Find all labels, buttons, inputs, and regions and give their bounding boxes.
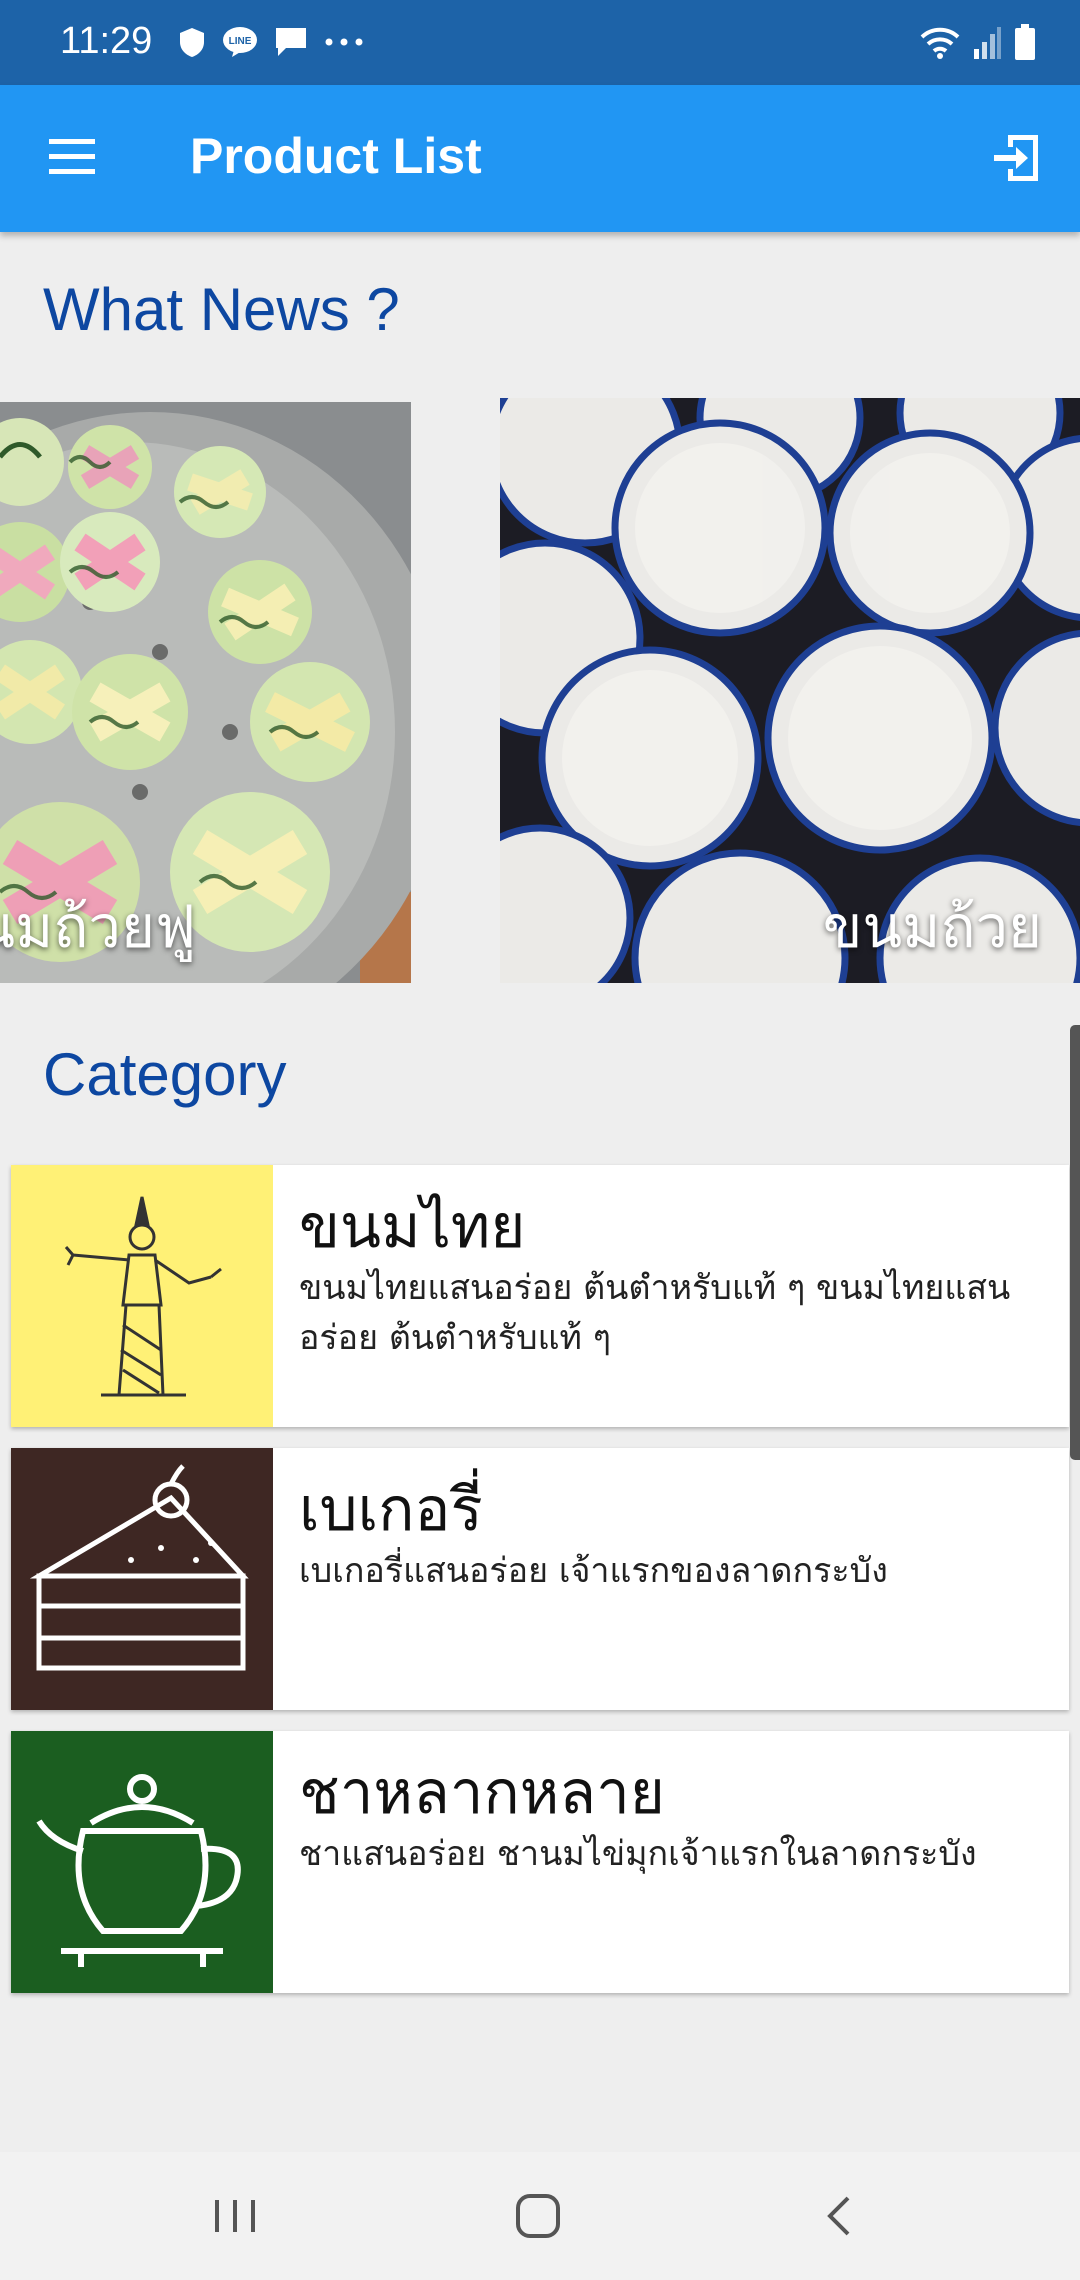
line-app-icon: LINE — [223, 27, 257, 57]
shield-icon — [180, 28, 204, 57]
cake-slice-icon — [29, 1464, 249, 1671]
back-icon[interactable] — [810, 2186, 870, 2246]
teapot-icon — [36, 1774, 241, 1967]
logout-icon[interactable] — [990, 131, 1044, 185]
more-dots-icon — [325, 38, 363, 46]
news-card[interactable]: ขนมถ้วยฟู — [0, 402, 411, 983]
battery-icon — [1015, 24, 1035, 60]
home-icon[interactable] — [508, 2186, 568, 2246]
category-thumbnail — [11, 1731, 273, 1993]
recent-apps-icon[interactable] — [205, 2186, 265, 2246]
category-name: เบเกอรี่ — [299, 1475, 483, 1545]
status-bar: 11:29 LINE — [0, 0, 1080, 85]
svg-text:LINE: LINE — [229, 36, 252, 47]
category-description: ชาแสนอร่อย ชานมไข่มุกเจ้าแรกในลาดกระบัง — [299, 1834, 977, 1874]
category-list: ขนมไทย ขนมไทยแสนอร่อย ต้นตำหรับแท้ ๆ ขนม… — [11, 1165, 1069, 2014]
category-description: ขนมไทยแสนอร่อย ต้นตำหรับแท้ ๆ ขนมไทยแสนอ… — [299, 1268, 1011, 1358]
message-icon — [276, 28, 306, 56]
category-description: เบเกอรี่แสนอร่อย เจ้าแรกของลาดกระบัง — [299, 1551, 888, 1591]
category-card-thai-dessert[interactable]: ขนมไทย ขนมไทยแสนอร่อย ต้นตำหรับแท้ ๆ ขนม… — [11, 1165, 1069, 1427]
system-nav-bar — [0, 2152, 1080, 2280]
scrollbar[interactable] — [1070, 1025, 1080, 1460]
signal-icon — [974, 27, 1001, 59]
status-notification-icons: LINE — [178, 26, 364, 58]
status-time: 11:29 — [60, 20, 153, 62]
category-card-tea[interactable]: ชาหลากหลาย ชาแสนอร่อย ชานมไข่มุกเจ้าแรกใ… — [11, 1731, 1069, 1993]
category-name: ขนมไทย — [299, 1192, 526, 1262]
news-card[interactable]: ขนมถ้วย — [500, 398, 1080, 983]
hamburger-menu-icon[interactable] — [45, 135, 103, 181]
news-caption: ขนมถ้วยฟู — [0, 893, 196, 961]
news-caption: ขนมถ้วย — [822, 893, 1042, 961]
app-bar: Product List — [0, 85, 1080, 232]
thai-dancer-icon — [64, 1196, 222, 1397]
wifi-icon — [920, 27, 960, 59]
news-carousel[interactable]: ขนมถ้วยฟู ขนมถ้วย — [0, 398, 1080, 988]
category-section-title: Category — [43, 1041, 287, 1108]
news-section-title: What News ? — [43, 276, 400, 343]
category-name: ชาหลากหลาย — [299, 1758, 665, 1828]
category-card-bakery[interactable]: เบเกอรี่ เบเกอรี่แสนอร่อย เจ้าแรกของลาดก… — [11, 1448, 1069, 1710]
app-title: Product List — [190, 128, 482, 184]
category-thumbnail — [11, 1165, 273, 1427]
category-thumbnail — [11, 1448, 273, 1710]
status-system-icons — [920, 24, 1036, 60]
